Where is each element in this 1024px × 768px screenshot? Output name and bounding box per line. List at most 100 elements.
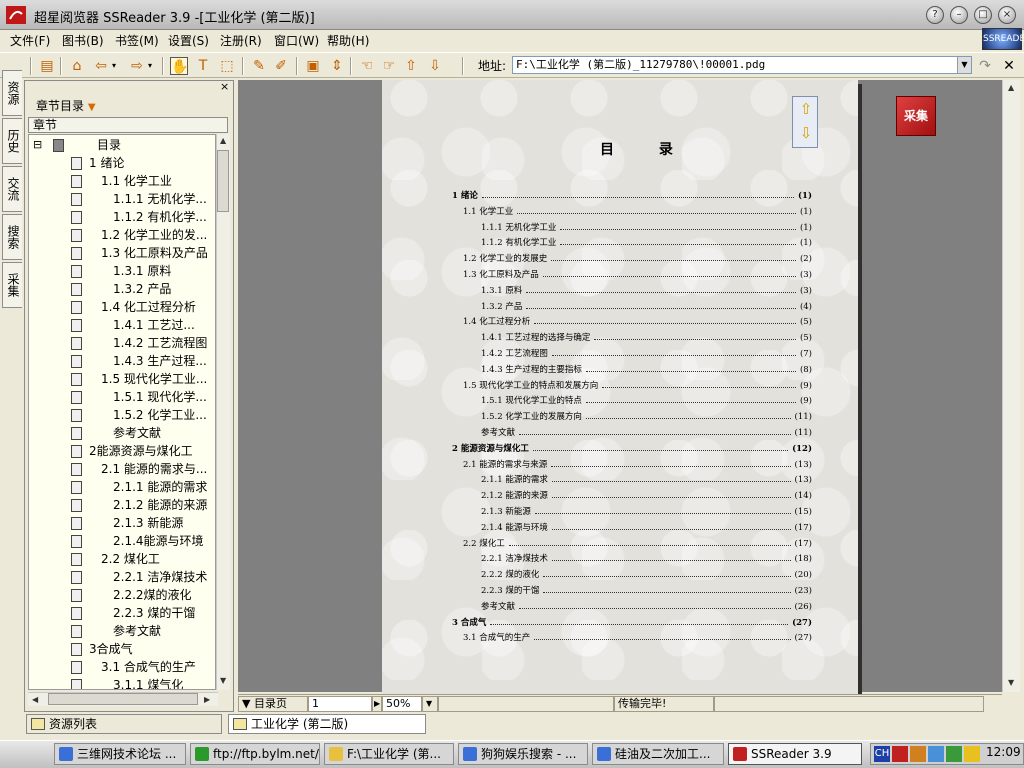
- tree-item[interactable]: 2.2.2煤的液化: [29, 586, 215, 604]
- toc-entry[interactable]: 1.4.1 工艺过程的选择与确定 (5): [481, 331, 812, 345]
- tree-column-header[interactable]: 章节: [28, 117, 228, 133]
- scroll-up-icon[interactable]: ▲: [1008, 83, 1014, 92]
- taskbar-button[interactable]: F:\工业化学 (第...: [324, 743, 454, 765]
- toc-entry[interactable]: 1.2 化学工业的发展史 (2): [463, 252, 812, 266]
- tree-item[interactable]: 1.4.3 生产过程...: [29, 352, 215, 370]
- tab-resource-list[interactable]: 资源列表: [26, 714, 222, 734]
- toolbar-close-icon[interactable]: ✕: [1000, 57, 1018, 75]
- tree-item[interactable]: 3.1 合成气的生产: [29, 658, 215, 676]
- tree-item[interactable]: 1.1 化学工业: [29, 172, 215, 190]
- tree-item[interactable]: 2.1.2 能源的来源: [29, 496, 215, 514]
- tree-item[interactable]: 1.4 化工过程分析: [29, 298, 215, 316]
- tree-item[interactable]: 1 绪论: [29, 154, 215, 172]
- tree-item[interactable]: 1.3.1 原料: [29, 262, 215, 280]
- tab-exchange[interactable]: 交流: [2, 166, 22, 212]
- tree-item[interactable]: 1.3 化工原料及产品: [29, 244, 215, 262]
- tree-item[interactable]: 1.4.1 工艺过...: [29, 316, 215, 334]
- panel-close-icon[interactable]: ×: [220, 80, 229, 93]
- taskbar-button[interactable]: ftp://ftp.bylm.net/...: [190, 743, 320, 765]
- first-page-icon[interactable]: ☜: [358, 57, 376, 75]
- page-up-icon[interactable]: ⇧: [797, 100, 815, 120]
- taskbar-button[interactable]: 硅油及二次加工...: [592, 743, 724, 765]
- toc-entry[interactable]: 2.1.4 能源与环境 (17): [481, 521, 812, 535]
- scroll-right-icon[interactable]: ▶: [204, 695, 210, 704]
- tree-item[interactable]: 2.2 煤化工: [29, 550, 215, 568]
- tree-item[interactable]: 1.5.1 现代化学...: [29, 388, 215, 406]
- scroll-down-icon[interactable]: ▼: [1008, 678, 1014, 687]
- tree-item[interactable]: 1.3.2 产品: [29, 280, 215, 298]
- fit-page-icon[interactable]: ▣: [304, 57, 322, 75]
- toc-entry[interactable]: 3.1 合成气的生产 (27): [463, 631, 812, 645]
- tray-sound-icon[interactable]: [910, 746, 926, 762]
- toc-entry[interactable]: 1.1.1 无机化学工业 (1): [481, 221, 812, 235]
- page-number-input[interactable]: 1: [308, 696, 372, 712]
- minimize-button[interactable]: –: [950, 6, 968, 24]
- menu-register[interactable]: 注册(R): [220, 32, 262, 49]
- forward-icon[interactable]: ⇨: [128, 57, 146, 75]
- tree-item[interactable]: 1.5 现代化学工业...: [29, 370, 215, 388]
- title-bar[interactable]: 超星阅览器 SSReader 3.9 -[工业化学 (第二版)] ? – □ ×: [0, 0, 1024, 30]
- toc-entry[interactable]: 2.2.1 洁净煤技术 (18): [481, 552, 812, 566]
- tab-current-book[interactable]: 工业化学 (第二版): [228, 714, 426, 734]
- tab-history[interactable]: 历史: [2, 118, 22, 164]
- zoom-input[interactable]: 50%: [382, 696, 422, 712]
- tree-item[interactable]: 3.1.1 煤气化: [29, 676, 215, 689]
- toc-entry[interactable]: 1 绪论 (1): [452, 189, 812, 203]
- toc-entry[interactable]: 1.5 现代化学工业的特点和发展方向 (9): [463, 379, 812, 393]
- tree-item[interactable]: 2.2.1 洁净煤技术: [29, 568, 215, 586]
- page-type-select[interactable]: ▼ 目录页: [238, 696, 308, 712]
- select-tool-icon[interactable]: ⬚: [218, 57, 236, 75]
- go-icon[interactable]: ↷: [976, 57, 994, 75]
- tray-network-icon[interactable]: [928, 746, 944, 762]
- tree-item[interactable]: 3合成气: [29, 640, 215, 658]
- toc-entry[interactable]: 1.1.2 有机化学工业 (1): [481, 236, 812, 250]
- tree-item[interactable]: 2.1 能源的需求与...: [29, 460, 215, 478]
- last-page-icon[interactable]: ☞: [380, 57, 398, 75]
- tab-search[interactable]: 搜索: [2, 214, 22, 260]
- tree-item[interactable]: 2.1.4能源与环境: [29, 532, 215, 550]
- menu-settings[interactable]: 设置(S): [168, 32, 209, 49]
- tree-scroll-thumb[interactable]: [217, 150, 229, 212]
- toc-entry[interactable]: 参考文献 (26): [481, 600, 812, 614]
- scroll-down-icon[interactable]: ▼: [220, 676, 226, 685]
- scroll-left-icon[interactable]: ◀: [32, 695, 38, 704]
- hand-tool-icon[interactable]: ✋: [170, 57, 188, 75]
- toc-entry[interactable]: 1.4 化工过程分析 (5): [463, 315, 812, 329]
- menu-book[interactable]: 图书(B): [62, 32, 104, 49]
- toc-entry[interactable]: 1.4.3 生产过程的主要指标 (8): [481, 363, 812, 377]
- page-icon[interactable]: ▤: [38, 57, 56, 75]
- close-button[interactable]: ×: [998, 6, 1016, 24]
- fit-width-icon[interactable]: ⇕: [328, 57, 346, 75]
- maximize-button[interactable]: □: [974, 6, 992, 24]
- tree-item[interactable]: 2能源资源与煤化工: [29, 442, 215, 460]
- tab-resources[interactable]: 资源: [2, 70, 22, 116]
- up-icon[interactable]: ⇧: [402, 57, 420, 75]
- toc-entry[interactable]: 2.2.3 煤的干馏 (23): [481, 584, 812, 598]
- highlight-icon[interactable]: ✐: [272, 57, 290, 75]
- page-down-icon[interactable]: ⇩: [797, 124, 815, 144]
- tree-item[interactable]: 2.2.3 煤的干馏: [29, 604, 215, 622]
- tree-item[interactable]: 参考文献: [29, 424, 215, 442]
- help-button[interactable]: ?: [926, 6, 944, 24]
- toc-entry[interactable]: 2.2 煤化工 (17): [463, 537, 812, 551]
- menu-file[interactable]: 文件(F): [10, 32, 50, 49]
- panel-title-dropdown-icon[interactable]: ▼: [88, 102, 96, 113]
- toc-entry[interactable]: 1.5.2 化学工业的发展方向 (11): [481, 410, 812, 424]
- tab-collect[interactable]: 采集: [2, 262, 22, 308]
- tree-item[interactable]: 1.2 化学工业的发...: [29, 226, 215, 244]
- toc-entry[interactable]: 2.1.2 能源的来源 (14): [481, 489, 812, 503]
- toc-entry[interactable]: 2.2.2 煤的液化 (20): [481, 568, 812, 582]
- tray-app-icon[interactable]: [892, 746, 908, 762]
- collapse-icon[interactable]: ⊟: [33, 136, 42, 154]
- menu-help[interactable]: 帮助(H): [327, 32, 369, 49]
- page-next-icon[interactable]: ▶: [372, 696, 382, 712]
- tree-item[interactable]: 2.1.1 能源的需求: [29, 478, 215, 496]
- scroll-up-icon[interactable]: ▲: [220, 136, 226, 145]
- taskbar-button[interactable]: 狗狗娱乐搜索 - ...: [458, 743, 588, 765]
- home-icon[interactable]: ⌂: [68, 57, 86, 75]
- toc-entry[interactable]: 1.1 化学工业 (1): [463, 205, 812, 219]
- toc-entry[interactable]: 3 合成气 (27): [452, 616, 812, 630]
- input-method-icon[interactable]: CH: [874, 746, 890, 762]
- address-dropdown-icon[interactable]: ▼: [957, 57, 971, 73]
- taskbar-button[interactable]: 三维网技术论坛 ...: [54, 743, 186, 765]
